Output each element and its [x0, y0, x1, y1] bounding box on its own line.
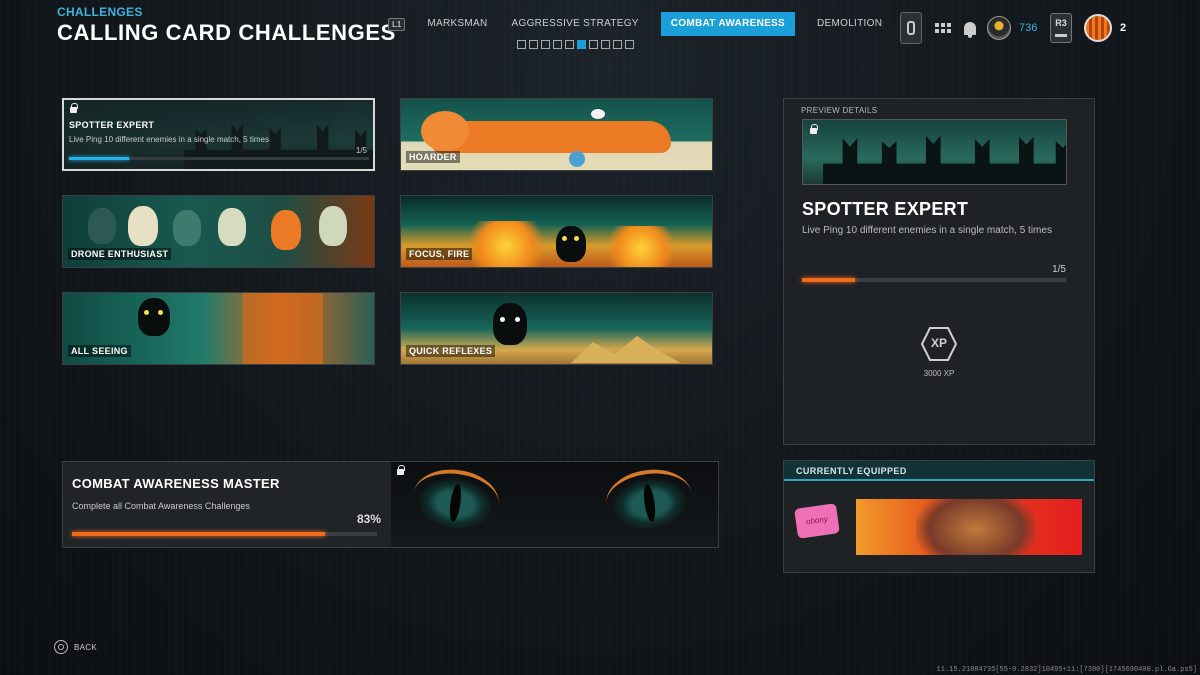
- card-drone-enthusiast[interactable]: DRONE ENTHUSIAST: [62, 195, 375, 268]
- page-dot: [541, 40, 550, 49]
- page-category: CHALLENGES: [57, 5, 143, 19]
- avatar-icon: [1084, 14, 1112, 42]
- page-dot: [613, 40, 622, 49]
- page-dot: [553, 40, 562, 49]
- preview-progress-fill: [802, 278, 855, 282]
- building-art: [243, 293, 323, 364]
- master-calling-card-art: [391, 462, 718, 547]
- player-avatar-group[interactable]: 2: [1084, 12, 1126, 44]
- lock-icon: [810, 124, 818, 134]
- page-dot: [565, 40, 574, 49]
- card-hoarder[interactable]: HOARDER: [400, 98, 713, 171]
- player-level: 2: [1120, 22, 1127, 34]
- master-title: COMBAT AWARENESS MASTER: [72, 476, 280, 491]
- equipped-calling-card[interactable]: [856, 499, 1082, 555]
- fire-art: [461, 221, 551, 267]
- card-all-seeing[interactable]: ALL SEEING: [62, 292, 375, 365]
- tab-marksman[interactable]: MARKSMAN: [415, 12, 499, 36]
- card-focus-fire[interactable]: FOCUS, FIRE: [400, 195, 713, 268]
- page-dot-active: [577, 40, 586, 49]
- back-button[interactable]: BACK: [54, 640, 97, 654]
- card-title: SPOTTER EXPERT: [69, 120, 155, 130]
- master-info: COMBAT AWARENESS MASTER Complete all Com…: [63, 462, 391, 547]
- notifications-button[interactable]: [964, 12, 976, 44]
- bird-art: [591, 109, 605, 119]
- build-info: 11.15.21884735[55-0.2832]10495+11:[7300]…: [936, 666, 1197, 674]
- cat-silhouettes: [823, 135, 1066, 184]
- preview-description: Live Ping 10 different enemies in a sing…: [802, 225, 1052, 236]
- card-quick-reflexes[interactable]: QUICK REFLEXES: [400, 292, 713, 365]
- page-dot: [517, 40, 526, 49]
- bell-icon: [964, 21, 976, 38]
- tab-combat-awareness[interactable]: COMBAT AWARENESS: [660, 12, 795, 36]
- master-challenge[interactable]: COMBAT AWARENESS MASTER Complete all Com…: [62, 461, 719, 548]
- grid-menu-icon: [935, 23, 951, 33]
- black-cat-art: [493, 303, 527, 345]
- emblem-icon: [987, 16, 1011, 40]
- card-progress-fill: [69, 157, 129, 160]
- master-description: Complete all Combat Awareness Challenges: [72, 501, 250, 511]
- card-description: Live Ping 10 different enemies in a sing…: [69, 135, 269, 144]
- lock-icon: [70, 103, 78, 113]
- tab-aggressive-strategy[interactable]: AGGRESSIVE STRATEGY: [500, 12, 651, 36]
- controller-icon: [900, 12, 922, 44]
- currently-equipped-panel: CURRENTLY EQUIPPED ohony: [783, 460, 1095, 573]
- cat-art: [128, 206, 158, 246]
- reward-text: 3000 XP: [923, 369, 955, 378]
- circle-button-icon: [54, 640, 68, 654]
- r3-hint: R3: [1050, 13, 1072, 43]
- master-progress-fill: [72, 532, 326, 536]
- card-progress-text: 1/5: [355, 146, 367, 155]
- black-cat-art: [556, 226, 586, 262]
- preview-calling-card: [802, 119, 1067, 185]
- preview-title: SPOTTER EXPERT: [802, 199, 969, 219]
- xp-icon-label: XP: [930, 336, 947, 350]
- emblem-text: ohony: [805, 514, 829, 527]
- back-label: BACK: [74, 642, 97, 652]
- player-emblem-group[interactable]: 736: [987, 12, 1037, 44]
- master-percent: 83%: [356, 512, 381, 526]
- equipped-emblem[interactable]: ohony: [794, 503, 840, 539]
- preview-progress-text: 1/5: [1052, 264, 1066, 275]
- cat-art: [173, 210, 201, 246]
- l1-bumper-hint[interactable]: L1: [388, 17, 406, 31]
- master-progress-bar: [72, 532, 377, 536]
- cat-art: [88, 208, 116, 244]
- orange-cat-art: [421, 111, 671, 153]
- page-dot: [601, 40, 610, 49]
- black-cat-art: [138, 298, 170, 336]
- card-label: ALL SEEING: [68, 345, 131, 357]
- cat-art: [218, 208, 246, 246]
- equipped-header: CURRENTLY EQUIPPED: [784, 461, 1094, 481]
- yarn-ball-art: [569, 151, 585, 167]
- preview-details-panel: PREVIEW DETAILS SPOTTER EXPERT Live Ping…: [783, 98, 1095, 445]
- currency-count: 736: [1019, 22, 1038, 34]
- tab-demolition[interactable]: DEMOLITION: [805, 12, 894, 36]
- cat-eye-art: [409, 464, 503, 534]
- card-progress-bar: [69, 157, 369, 160]
- card-spotter-expert[interactable]: SPOTTER EXPERT Live Ping 10 different en…: [62, 98, 375, 171]
- grid-menu-button[interactable]: [935, 12, 951, 44]
- fire-art: [601, 226, 681, 267]
- cat-eye-art: [602, 464, 696, 534]
- tab-bar: L1 MARKSMAN AGGRESSIVE STRATEGY COMBAT A…: [388, 12, 923, 36]
- page-dot: [625, 40, 634, 49]
- preview-header: PREVIEW DETAILS: [801, 106, 878, 115]
- r3-button[interactable]: R3: [1050, 12, 1072, 44]
- page-dot: [589, 40, 598, 49]
- card-label: QUICK REFLEXES: [406, 345, 496, 357]
- card-label: DRONE ENTHUSIAST: [68, 248, 172, 260]
- page-dot: [529, 40, 538, 49]
- page-indicator: [517, 40, 634, 49]
- cat-art: [319, 206, 347, 246]
- page-title: CALLING CARD CHALLENGES: [57, 20, 396, 45]
- card-label: HOARDER: [406, 151, 460, 163]
- controller-button[interactable]: [900, 12, 922, 44]
- preview-progress-bar: [802, 278, 1066, 282]
- card-label: FOCUS, FIRE: [406, 248, 473, 260]
- debris-art: [571, 336, 681, 363]
- cat-art: [271, 210, 301, 250]
- lock-icon: [397, 465, 405, 475]
- xp-reward-icon: XP: [920, 327, 958, 361]
